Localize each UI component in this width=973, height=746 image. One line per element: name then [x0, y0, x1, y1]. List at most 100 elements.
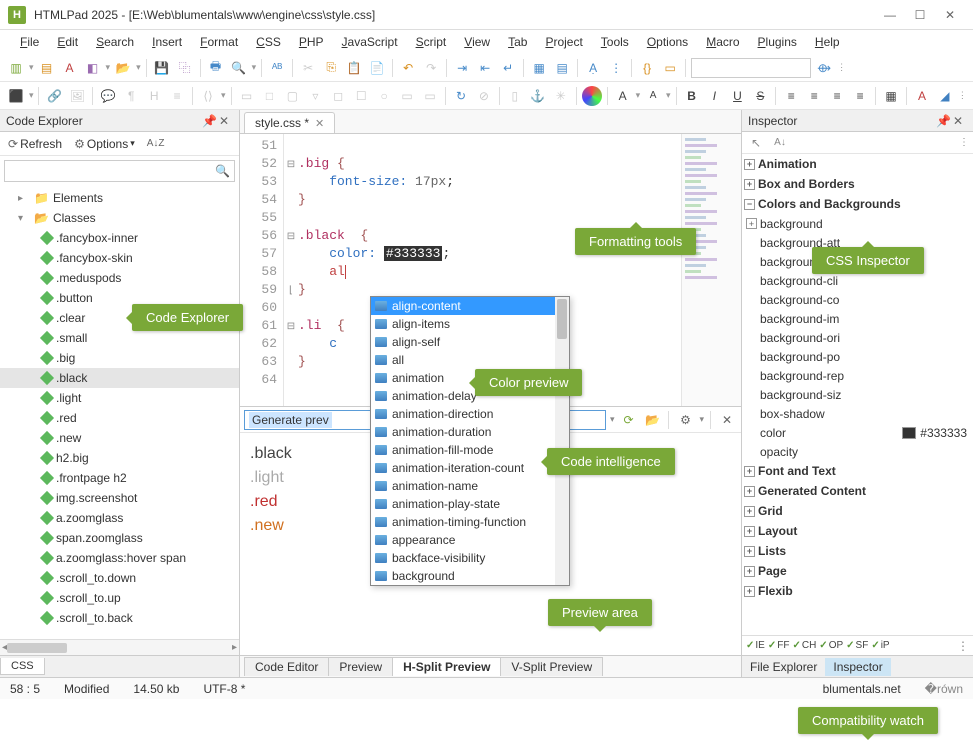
align-right-icon[interactable]: ≡: [827, 86, 847, 106]
strike-icon[interactable]: S: [750, 86, 770, 106]
preview-refresh-icon[interactable]: ⟳: [618, 410, 638, 430]
editor-tab[interactable]: V-Split Preview: [500, 657, 603, 676]
stop-icon[interactable]: ⊘: [474, 86, 494, 106]
inspector-property[interactable]: box-shadow: [742, 404, 973, 423]
para-icon[interactable]: ¶: [121, 86, 141, 106]
inspector-category[interactable]: +Grid: [742, 501, 973, 521]
search-icon[interactable]: 🔍: [229, 58, 249, 78]
tree-item[interactable]: .scroll_to.back: [0, 608, 239, 628]
ai-color-icon[interactable]: [582, 86, 602, 106]
inspector-category[interactable]: +Generated Content: [742, 481, 973, 501]
text-color-icon[interactable]: A: [912, 86, 932, 106]
menu-insert[interactable]: Insert: [144, 33, 190, 51]
preview-close-icon[interactable]: ✕: [717, 410, 737, 430]
tree-item[interactable]: .fancybox-inner: [0, 228, 239, 248]
menu-project[interactable]: Project: [537, 33, 590, 51]
inspector-property[interactable]: background-po: [742, 347, 973, 366]
tree-item[interactable]: .meduspods: [0, 268, 239, 288]
inspector-category[interactable]: +Flexib: [742, 581, 973, 601]
menu-plugins[interactable]: Plugins: [750, 33, 805, 51]
autocomplete-item[interactable]: animation-timing-function: [371, 513, 569, 531]
explorer-scrollbar[interactable]: ◂ ▸: [0, 639, 239, 655]
outdent-icon[interactable]: ⇤: [475, 58, 495, 78]
az-icon[interactable]: Ạ: [583, 58, 603, 78]
tree-item[interactable]: .red: [0, 408, 239, 428]
preview-open-icon[interactable]: 📂: [642, 410, 662, 430]
inspector-tab[interactable]: Inspector: [825, 658, 890, 676]
font-inc-icon[interactable]: A: [613, 86, 633, 106]
menu-php[interactable]: PHP: [291, 33, 332, 51]
inspector-category[interactable]: −Colors and Backgrounds: [742, 194, 973, 214]
inspector-category[interactable]: +Page: [742, 561, 973, 581]
options-button[interactable]: ⚙Options▾: [70, 135, 139, 153]
autocomplete-item[interactable]: all: [371, 351, 569, 369]
menu-tab[interactable]: Tab: [500, 33, 535, 51]
tree-item[interactable]: .new: [0, 428, 239, 448]
form-icon[interactable]: ▭: [237, 86, 257, 106]
pin-icon[interactable]: 📌: [936, 114, 950, 128]
panel-close-icon[interactable]: ✕: [219, 114, 233, 128]
bold-icon[interactable]: B: [682, 86, 702, 106]
editor-tab[interactable]: Preview: [328, 657, 393, 676]
menu-edit[interactable]: Edit: [49, 33, 86, 51]
autocomplete-item[interactable]: animation-name: [371, 477, 569, 495]
autocomplete-scrollbar[interactable]: [555, 297, 569, 585]
inspector-property[interactable]: opacity: [742, 442, 973, 461]
autocomplete-item[interactable]: animation-play-state: [371, 495, 569, 513]
code-body[interactable]: .big { font-size: 17px; } .black { color…: [298, 134, 681, 406]
fill-color-icon[interactable]: ◢: [935, 86, 955, 106]
html-icon[interactable]: ▤: [37, 58, 57, 78]
menu-view[interactable]: View: [456, 33, 498, 51]
tree-item[interactable]: .small: [0, 328, 239, 348]
menu-format[interactable]: Format: [192, 33, 246, 51]
tab-css[interactable]: CSS: [0, 658, 45, 675]
menu-file[interactable]: File: [12, 33, 47, 51]
button-ui-icon[interactable]: ◻: [328, 86, 348, 106]
a-icon[interactable]: A: [60, 58, 80, 78]
tree-item[interactable]: span.zoomglass: [0, 528, 239, 548]
sync-icon[interactable]: ⟴: [814, 58, 834, 78]
menu-options[interactable]: Options: [639, 33, 696, 51]
panel-icon[interactable]: ▦: [529, 58, 549, 78]
code-editor[interactable]: 5152535455565758596061626364 ⊟ ⊟ ⌊⊟ .big…: [240, 134, 741, 407]
editor-tab[interactable]: H-Split Preview: [392, 657, 501, 676]
tree-item[interactable]: .fancybox-skin: [0, 248, 239, 268]
maximize-button[interactable]: ☐: [905, 5, 935, 25]
autocomplete-item[interactable]: backface-visibility: [371, 549, 569, 567]
menu-macro[interactable]: Macro: [698, 33, 747, 51]
tree-item[interactable]: h2.big: [0, 448, 239, 468]
copy-icon[interactable]: ⎘: [321, 58, 341, 78]
menu-script[interactable]: Script: [408, 33, 455, 51]
inspector-property[interactable]: +background: [742, 214, 973, 233]
tree-item[interactable]: .scroll_to.up: [0, 588, 239, 608]
italic-icon[interactable]: I: [705, 86, 725, 106]
close-button[interactable]: ✕: [935, 5, 965, 25]
inspector-category[interactable]: +Lists: [742, 541, 973, 561]
cut-icon[interactable]: ✂: [298, 58, 318, 78]
redo-icon[interactable]: ↷: [421, 58, 441, 78]
inspector-category[interactable]: +Font and Text: [742, 461, 973, 481]
menu-tools[interactable]: Tools: [593, 33, 637, 51]
minimize-button[interactable]: —: [875, 5, 905, 25]
inspector-property[interactable]: background-siz: [742, 385, 973, 404]
preview-settings-icon[interactable]: ⚙: [675, 410, 695, 430]
select-icon[interactable]: ▿: [305, 86, 325, 106]
snippet-icon[interactable]: ▭: [660, 58, 680, 78]
heading-icon[interactable]: H: [144, 86, 164, 106]
autocomplete-item[interactable]: background: [371, 567, 569, 585]
input-icon[interactable]: □: [260, 86, 280, 106]
spellcheck-icon[interactable]: ᴬᴮ: [267, 58, 287, 78]
tree-item[interactable]: a.zoomglass:hover span: [0, 548, 239, 568]
pin-icon[interactable]: 📌: [202, 114, 216, 128]
autocomplete-item[interactable]: animation-direction: [371, 405, 569, 423]
autocomplete-item[interactable]: align-items: [371, 315, 569, 333]
autocomplete-item[interactable]: animation-duration: [371, 423, 569, 441]
tree-folder-classes[interactable]: ▾📂 Classes: [0, 208, 239, 228]
undo-icon[interactable]: ↶: [398, 58, 418, 78]
align-left-icon[interactable]: ≡: [781, 86, 801, 106]
braces-icon[interactable]: {}: [637, 58, 657, 78]
panel2-icon[interactable]: ▤: [552, 58, 572, 78]
wrap-icon[interactable]: ↵: [498, 58, 518, 78]
tab-close-icon[interactable]: ✕: [315, 117, 324, 130]
sort-button[interactable]: A↓Z: [143, 136, 169, 151]
